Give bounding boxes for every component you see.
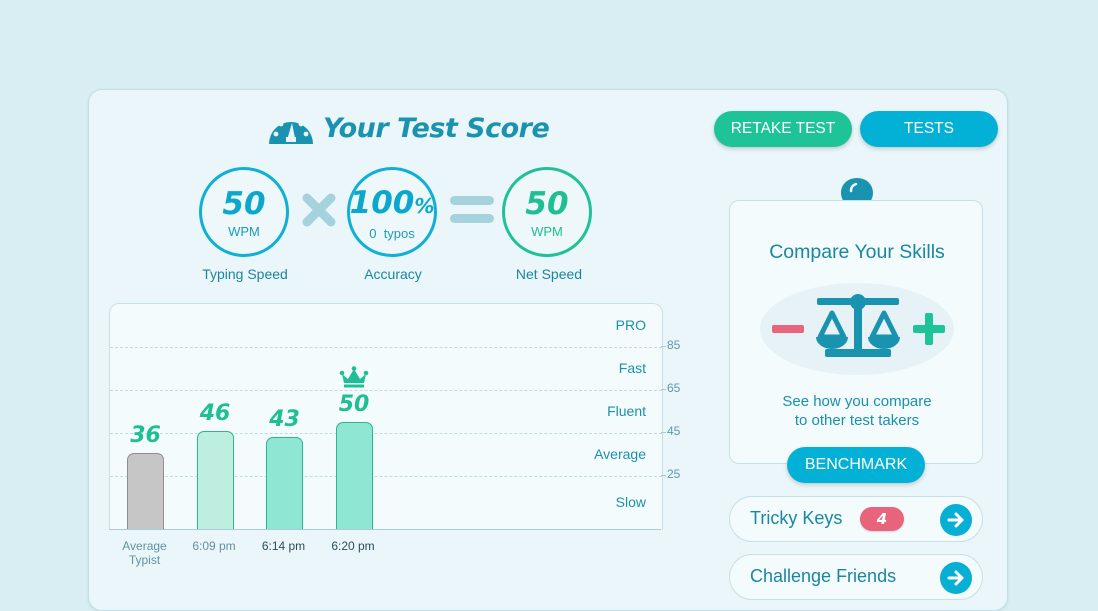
score-card: Your Test Score RETAKE TEST TESTS 50 WPM… <box>88 89 1008 611</box>
accuracy-typos: 0 typos <box>369 225 415 241</box>
band-label-fluent: Fluent <box>607 402 646 419</box>
page-title: Your Test Score <box>267 108 550 148</box>
retake-test-button[interactable]: RETAKE TEST <box>714 111 852 147</box>
accuracy-percent: % <box>414 193 435 218</box>
equals-icon <box>450 196 494 223</box>
tricky-keys-count-badge: 4 <box>860 507 904 531</box>
tricky-keys-arrow-button[interactable] <box>940 504 972 536</box>
y-tick-label: 65 <box>667 381 681 396</box>
compare-description: See how you compare to other test takers <box>730 392 984 430</box>
band-label-fast: Fast <box>618 359 646 376</box>
bar <box>266 437 303 530</box>
net-speed-value: 50 <box>525 186 569 222</box>
y-tick-label: 85 <box>667 338 681 353</box>
accuracy-number: 100 <box>349 184 415 221</box>
compare-skills-panel: Compare Your Skills See how you compare … <box>729 200 983 464</box>
bar <box>335 422 373 530</box>
gridline <box>110 476 662 478</box>
accuracy-circle: 100% 0 typos <box>347 167 437 257</box>
tricky-keys-link[interactable]: Tricky Keys 4 <box>729 496 983 542</box>
net-speed-unit: WPM <box>531 224 563 239</box>
typing-speed-value: 50 <box>222 186 266 222</box>
net-speed-circle: 50 WPM <box>502 167 592 257</box>
y-tick-mark <box>661 389 666 391</box>
band-label-slow: Slow <box>615 494 646 511</box>
bar-value-label: 46 <box>199 400 231 426</box>
y-tick-label: 45 <box>667 424 681 439</box>
minus-icon <box>772 325 804 333</box>
chart-x-axis <box>109 529 661 530</box>
bar <box>127 452 164 530</box>
speed-history-chart: Slow Average Fluent Fast PRO 36 46 43 50 <box>109 303 663 530</box>
band-label-pro: PRO <box>615 316 646 333</box>
typing-speed-label: Typing Speed <box>202 266 288 282</box>
accuracy-value: 100% <box>350 186 435 223</box>
tests-button[interactable]: TESTS <box>860 111 998 147</box>
arrow-right-icon <box>947 570 964 586</box>
x-tick-label: 6:14 pm <box>261 539 306 553</box>
bar-value-label: 50 <box>338 392 370 418</box>
accuracy-label: Accuracy <box>364 266 422 282</box>
bar <box>196 430 234 530</box>
y-tick-label: 25 <box>667 467 681 482</box>
balance-scale-icon <box>772 294 945 357</box>
bar-value-label: 43 <box>269 407 300 433</box>
y-tick-mark <box>661 475 666 477</box>
x-tick-label: 6:09 pm <box>192 539 236 553</box>
y-tick-mark <box>661 432 666 434</box>
benchmark-button[interactable]: BENCHMARK <box>787 447 925 483</box>
x-tick-label: 6:20 pm <box>331 539 375 553</box>
tricky-keys-label: Tricky Keys <box>750 508 843 528</box>
speedometer-icon <box>269 117 313 144</box>
challenge-friends-link[interactable]: Challenge Friends <box>729 554 983 600</box>
gridline <box>110 347 662 349</box>
challenge-friends-arrow-button[interactable] <box>940 562 972 594</box>
net-speed-label: Net Speed <box>515 266 583 282</box>
challenge-friends-label: Challenge Friends <box>750 566 897 586</box>
y-tick-mark <box>661 346 666 348</box>
compare-description-line1: See how you compare <box>782 393 932 410</box>
multiply-icon <box>302 193 336 227</box>
typing-speed-circle: 50 WPM <box>199 167 289 257</box>
typing-speed-unit: WPM <box>228 224 260 239</box>
title-text: Your Test Score <box>323 112 550 144</box>
x-tick-label: Average Typist <box>122 539 167 567</box>
compare-title: Compare Your Skills <box>769 241 945 263</box>
bar-value-label: 36 <box>130 422 161 448</box>
gridline <box>110 433 662 435</box>
compare-description-line2: to other test takers <box>794 412 920 429</box>
gridline <box>110 390 662 392</box>
band-label-average: Average <box>594 445 646 462</box>
arrow-right-icon <box>947 512 964 528</box>
crown-icon <box>339 366 369 388</box>
